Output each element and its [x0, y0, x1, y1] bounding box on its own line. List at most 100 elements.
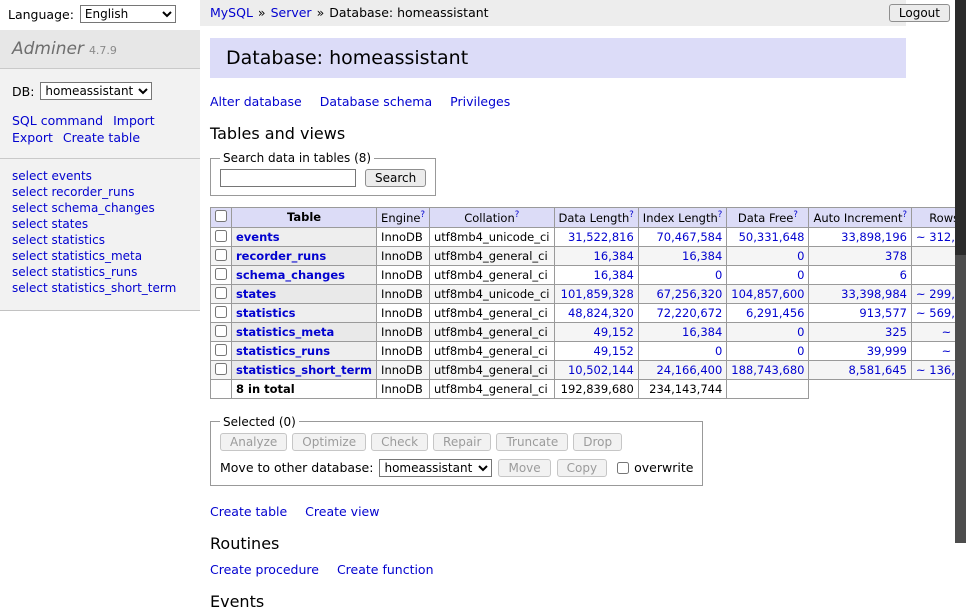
- row-checkbox[interactable]: [215, 249, 227, 261]
- search-input[interactable]: [220, 169, 356, 187]
- auto-increment-link[interactable]: 6: [900, 268, 907, 282]
- table-name-link[interactable]: statistics_short_term: [236, 363, 372, 377]
- overwrite-checkbox[interactable]: [617, 462, 629, 474]
- sidebar-link[interactable]: Export: [12, 130, 53, 145]
- table-name-link[interactable]: events: [236, 230, 280, 244]
- scrollbar-thumb[interactable]: [955, 0, 966, 255]
- move-button[interactable]: Move: [498, 459, 550, 477]
- app-logo: Adminer4.7.9: [0, 30, 200, 69]
- row-checkbox[interactable]: [215, 363, 227, 375]
- table-name-link[interactable]: statistics_runs: [236, 344, 330, 358]
- auto-increment-link[interactable]: 8,581,645: [848, 363, 907, 377]
- language-select[interactable]: English: [80, 5, 176, 23]
- auto-increment-link[interactable]: 378: [885, 249, 907, 263]
- row-checkbox[interactable]: [215, 230, 227, 242]
- sidebar-table-link[interactable]: select statistics_runs: [12, 264, 188, 280]
- auto-increment-link[interactable]: 33,398,984: [841, 287, 907, 301]
- column-help-link[interactable]: ?: [718, 210, 723, 220]
- data-free-link[interactable]: 0: [797, 344, 804, 358]
- index-length-link[interactable]: 67,256,320: [656, 287, 722, 301]
- row-checkbox[interactable]: [215, 287, 227, 299]
- breadcrumb-item[interactable]: MySQL: [210, 5, 253, 20]
- sidebar-table-link[interactable]: select schema_changes: [12, 200, 188, 216]
- column-help-link[interactable]: ?: [420, 210, 425, 220]
- auto-increment-link[interactable]: 39,999: [867, 344, 907, 358]
- copy-button[interactable]: Copy: [557, 459, 607, 477]
- data-free-link[interactable]: 104,857,600: [731, 287, 804, 301]
- engine-cell: InnoDB: [377, 284, 430, 303]
- db-action-link[interactable]: Database schema: [320, 94, 432, 109]
- table-name-link[interactable]: schema_changes: [236, 268, 345, 282]
- sidebar-table-link[interactable]: select states: [12, 216, 188, 232]
- data-free-cell: 50,331,648: [727, 227, 809, 246]
- truncate-button[interactable]: Truncate: [496, 433, 568, 451]
- search-button[interactable]: Search: [365, 169, 426, 187]
- sidebar-link[interactable]: SQL command: [12, 113, 103, 128]
- sidebar-table-link[interactable]: select recorder_runs: [12, 184, 188, 200]
- sidebar-table-link[interactable]: select events: [12, 168, 188, 184]
- data-free-link[interactable]: 188,743,680: [731, 363, 804, 377]
- drop-button[interactable]: Drop: [573, 433, 622, 451]
- row-checkbox[interactable]: [215, 268, 227, 280]
- select-all-checkbox[interactable]: [215, 210, 227, 222]
- sidebar-table-link[interactable]: select statistics: [12, 232, 188, 248]
- column-help-link[interactable]: ?: [902, 210, 907, 220]
- index-length-link[interactable]: 72,220,672: [656, 306, 722, 320]
- sidebar-table-link[interactable]: select statistics_short_term: [12, 280, 188, 296]
- logout-button[interactable]: Logout: [889, 4, 950, 22]
- app-logo-link[interactable]: Adminer: [12, 39, 84, 59]
- routine-link[interactable]: Create function: [337, 562, 434, 577]
- data-length-link[interactable]: 16,384: [594, 268, 634, 282]
- index-length-link[interactable]: 70,467,584: [656, 230, 722, 244]
- column-help-link[interactable]: ?: [515, 210, 520, 220]
- data-length-link[interactable]: 16,384: [594, 249, 634, 263]
- row-checkbox[interactable]: [215, 325, 227, 337]
- data-length-link[interactable]: 101,859,328: [561, 287, 634, 301]
- index-length-link[interactable]: 24,166,400: [656, 363, 722, 377]
- create-link[interactable]: Create view: [305, 504, 379, 519]
- table-name-link[interactable]: statistics: [236, 306, 296, 320]
- index-length-link[interactable]: 16,384: [682, 249, 722, 263]
- check-button[interactable]: Check: [371, 433, 428, 451]
- data-length-link[interactable]: 49,152: [594, 344, 634, 358]
- data-length-link[interactable]: 31,522,816: [568, 230, 634, 244]
- data-free-link[interactable]: 0: [797, 249, 804, 263]
- data-free-link[interactable]: 6,291,456: [746, 306, 805, 320]
- table-name-link[interactable]: states: [236, 287, 276, 301]
- data-free-link[interactable]: 50,331,648: [739, 230, 805, 244]
- index-length-link[interactable]: 0: [715, 344, 722, 358]
- row-checkbox[interactable]: [215, 344, 227, 356]
- data-free-link[interactable]: 0: [797, 268, 804, 282]
- table-name-link[interactable]: statistics_meta: [236, 325, 334, 339]
- collation-cell: utf8mb4_general_ci: [429, 360, 554, 379]
- data-length-link[interactable]: 49,152: [594, 325, 634, 339]
- row-checkbox[interactable]: [215, 306, 227, 318]
- move-db-select[interactable]: homeassistant: [379, 459, 492, 477]
- db-action-link[interactable]: Privileges: [450, 94, 510, 109]
- table-name-link[interactable]: recorder_runs: [236, 249, 326, 263]
- column-help-link[interactable]: ?: [629, 210, 634, 220]
- auto-increment-link[interactable]: 913,577: [859, 306, 907, 320]
- vertical-scrollbar[interactable]: [955, 0, 966, 543]
- index-length-link[interactable]: 0: [715, 268, 722, 282]
- column-label: Data Free: [738, 211, 794, 225]
- data-free-link[interactable]: 0: [797, 325, 804, 339]
- breadcrumb-item[interactable]: Server: [271, 5, 312, 20]
- sidebar-link[interactable]: Create table: [63, 130, 140, 145]
- db-select[interactable]: homeassistant: [40, 82, 152, 100]
- auto-increment-link[interactable]: 33,898,196: [841, 230, 907, 244]
- sidebar-link[interactable]: Import: [113, 113, 155, 128]
- sidebar-table-link[interactable]: select statistics_meta: [12, 248, 188, 264]
- db-action-link[interactable]: Alter database: [210, 94, 302, 109]
- column-help-link[interactable]: ?: [793, 210, 798, 220]
- optimize-button[interactable]: Optimize: [292, 433, 366, 451]
- routine-link[interactable]: Create procedure: [210, 562, 319, 577]
- table-row: schema_changesInnoDButf8mb4_general_ci16…: [211, 265, 966, 284]
- index-length-link[interactable]: 16,384: [682, 325, 722, 339]
- data-length-link[interactable]: 10,502,144: [568, 363, 634, 377]
- create-link[interactable]: Create table: [210, 504, 287, 519]
- repair-button[interactable]: Repair: [433, 433, 491, 451]
- data-length-link[interactable]: 48,824,320: [568, 306, 634, 320]
- analyze-button[interactable]: Analyze: [220, 433, 287, 451]
- auto-increment-link[interactable]: 325: [885, 325, 907, 339]
